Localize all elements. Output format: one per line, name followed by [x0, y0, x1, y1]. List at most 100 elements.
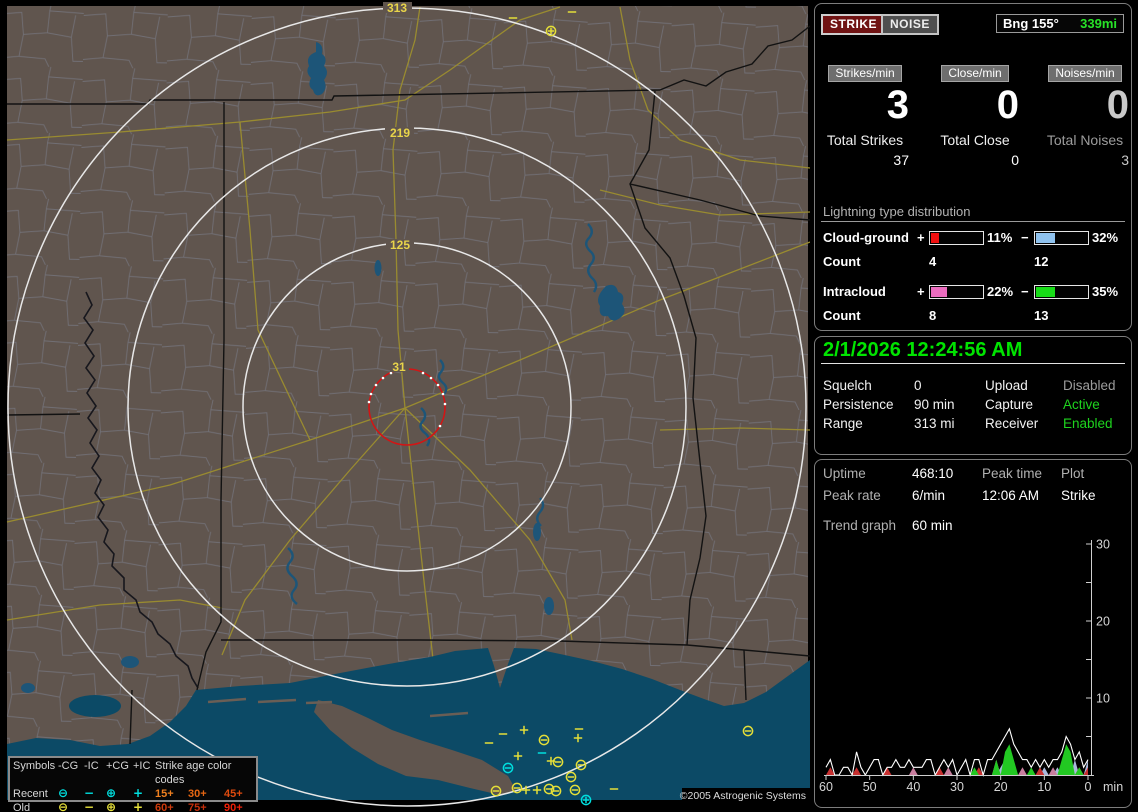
age-45: 45+	[224, 788, 243, 800]
receiver-label: Receiver	[985, 416, 1039, 431]
old-pos-cg-icon: ⊕	[106, 800, 117, 812]
cg-plus-bar	[929, 231, 984, 245]
legend-age-header: Strike age color codes	[155, 760, 232, 786]
copyright-text: ©2005 Astrogenic Systems	[680, 790, 806, 802]
svg-text:min: min	[1103, 780, 1123, 794]
bearing-range-value: 339mi	[1080, 16, 1117, 31]
distribution-title: Lightning type distribution	[823, 204, 971, 219]
upload-label: Upload	[985, 378, 1028, 393]
copyright-bar: ©2005 Astrogenic Systems	[680, 788, 810, 803]
recent-pos-cg-icon: ⊕	[106, 786, 117, 800]
age-75: 75+	[188, 802, 207, 812]
bearing-display: Bng 155° 339mi	[996, 14, 1124, 33]
strikes-per-min-column: Strikes/min 3 Total Strikes 37	[821, 64, 909, 168]
recent-neg-ic-icon: −	[84, 786, 95, 800]
ic-plus-pct: 22%	[987, 284, 1014, 299]
cg-count-label: Count	[823, 254, 861, 269]
svg-text:30: 30	[1096, 538, 1110, 552]
legend-header-pos-cg: +CG	[106, 760, 129, 772]
persistence-value: 90 min	[914, 397, 955, 412]
total-strikes-value: 37	[893, 152, 909, 168]
control-sidebar: STRIKE NOISE Bng 155° 339mi Strikes/min …	[810, 0, 1138, 812]
legend-header-symbols: Symbols	[13, 760, 56, 772]
persistence-label: Persistence	[823, 397, 894, 412]
range-value: 313 mi	[914, 416, 955, 431]
noises-per-min-column: Noises/min 0 Total Noises 3	[1041, 64, 1129, 168]
svg-text:60: 60	[819, 780, 833, 794]
range-label: Range	[823, 416, 863, 431]
recent-neg-cg-icon: ⊖	[58, 786, 69, 800]
trend-panel: Uptime 468:10 Peak time Plot Peak rate 6…	[814, 459, 1132, 808]
svg-text:20: 20	[994, 780, 1008, 794]
symbol-legend: Symbols -CG -IC +CG +IC Strike age color…	[8, 756, 258, 812]
legend-header-neg-ic: -IC	[84, 760, 99, 772]
svg-text:10: 10	[1096, 692, 1110, 706]
status-panel: 2/1/2026 12:24:56 AM Squelch 0 Upload Di…	[814, 336, 1132, 455]
svg-text:20: 20	[1096, 615, 1110, 629]
intracloud-label: Intracloud	[823, 284, 886, 299]
capture-status: Active	[1063, 397, 1100, 412]
total-noises-value: 3	[1121, 152, 1129, 168]
datetime-display: 2/1/2026 12:24:56 AM	[823, 339, 1023, 361]
ic-count-label: Count	[823, 308, 861, 323]
map-canvas[interactable]: 313 219 125 31 ©2005 Astrogenic Systems	[0, 0, 811, 812]
cg-plus-sign: +	[917, 230, 925, 245]
upload-status: Disabled	[1063, 378, 1116, 393]
ic-plus-count: 8	[929, 308, 937, 323]
total-close-label: Total Close	[940, 132, 1010, 148]
squelch-value: 0	[914, 378, 922, 393]
ring-label-219: 219	[390, 126, 410, 140]
ic-minus-pct: 35%	[1092, 284, 1119, 299]
svg-text:40: 40	[906, 780, 920, 794]
svg-text:10: 10	[1037, 780, 1051, 794]
cloud-ground-label: Cloud-ground	[823, 230, 909, 245]
ic-plus-sign: +	[917, 284, 925, 299]
cg-plus-pct: 11%	[987, 230, 1013, 245]
noises-per-min-button[interactable]: Noises/min	[1048, 65, 1122, 82]
recent-pos-ic-icon: +	[133, 786, 144, 800]
age-15: 15+	[155, 788, 174, 800]
age-60: 60+	[155, 802, 174, 812]
total-strikes-label: Total Strikes	[826, 132, 904, 148]
ic-minus-count: 13	[1034, 308, 1049, 323]
legend-header-neg-cg: -CG	[58, 760, 79, 772]
svg-text:50: 50	[863, 780, 877, 794]
ring-label-125: 125	[390, 238, 410, 252]
strike-toggle-button[interactable]: STRIKE	[821, 14, 887, 35]
strikes-per-min-value: 3	[886, 83, 909, 127]
close-per-min-value: 0	[996, 83, 1019, 127]
legend-row-recent: Recent	[13, 788, 48, 800]
total-noises-label: Total Noises	[1046, 132, 1124, 148]
old-neg-ic-icon: −	[84, 800, 95, 812]
squelch-label: Squelch	[823, 378, 872, 393]
capture-label: Capture	[985, 397, 1034, 412]
cg-minus-bar	[1034, 231, 1089, 245]
noise-toggle-button[interactable]: NOISE	[881, 14, 939, 35]
app-window: 313 219 125 31 ©2005 Astrogenic Systems …	[0, 0, 1138, 812]
total-close-value: 0	[1011, 152, 1019, 168]
strike-stats-panel: STRIKE NOISE Bng 155° 339mi Strikes/min …	[814, 3, 1132, 331]
age-30: 30+	[188, 788, 207, 800]
legend-row-old: Old	[13, 802, 31, 812]
ring-label-313: 313	[387, 1, 407, 15]
cg-minus-count: 12	[1034, 254, 1049, 269]
ic-minus-bar	[1034, 285, 1089, 299]
svg-text:30: 30	[950, 780, 964, 794]
old-pos-ic-icon: +	[133, 800, 144, 812]
cg-minus-pct: 32%	[1092, 230, 1119, 245]
cg-minus-sign: −	[1021, 230, 1029, 245]
old-neg-cg-icon: ⊖	[58, 800, 69, 812]
close-per-min-column: Close/min 0 Total Close 0	[931, 64, 1019, 168]
ic-minus-sign: −	[1021, 284, 1029, 299]
close-per-min-button[interactable]: Close/min	[941, 65, 1009, 82]
svg-text:0: 0	[1085, 780, 1092, 794]
distribution-divider	[821, 221, 1125, 222]
receiver-status: Enabled	[1063, 416, 1113, 431]
bearing-value: Bng 155°	[1003, 16, 1059, 31]
strikes-per-min-button[interactable]: Strikes/min	[828, 65, 902, 82]
lightning-map[interactable]: 313 219 125 31 ©2005 Astrogenic Systems …	[0, 0, 811, 812]
ring-label-31: 31	[392, 360, 406, 374]
trend-graph: 10 20 30 60 50 40 30 20 10 0 min	[819, 538, 1123, 795]
cg-plus-count: 4	[929, 254, 937, 269]
age-90: 90+	[224, 802, 243, 812]
